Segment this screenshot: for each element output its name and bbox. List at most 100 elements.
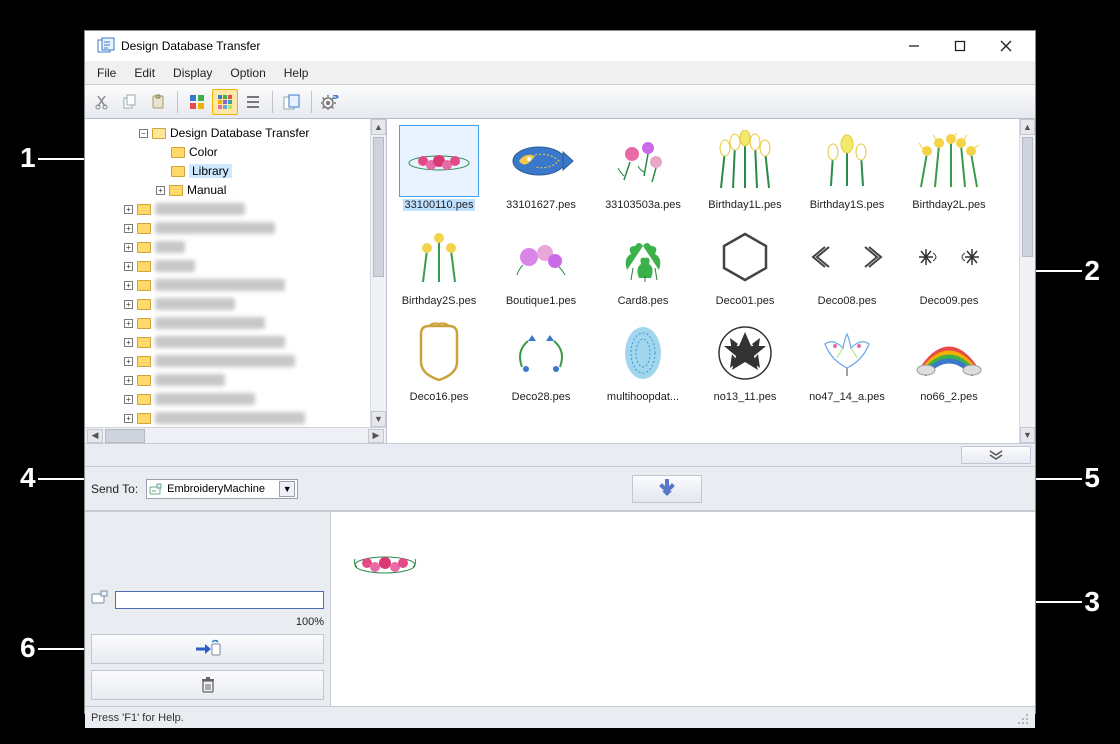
scroll-up-button[interactable]: ▲ [1020, 119, 1035, 135]
embroidery-thumbnail [501, 221, 581, 293]
tree-node-blurred[interactable]: + [91, 219, 364, 237]
thumbnail-item[interactable]: Deco08.pes [801, 221, 893, 307]
queue-list[interactable] [331, 512, 1035, 706]
content-scrollbar-vertical[interactable]: ▲ ▼ [1019, 119, 1035, 443]
maximize-button[interactable] [937, 31, 983, 61]
thumbnail-item[interactable]: Deco16.pes [393, 317, 485, 403]
thumbnail-item[interactable]: 33101627.pes [495, 125, 587, 211]
thumbnail-item[interactable]: Birthday1S.pes [801, 125, 893, 211]
scroll-up-button[interactable]: ▲ [371, 119, 386, 135]
expand-icon[interactable]: + [124, 376, 133, 385]
add-to-queue-button[interactable] [632, 475, 702, 503]
scroll-track[interactable] [371, 135, 386, 411]
expand-icon[interactable]: + [124, 224, 133, 233]
expand-icon[interactable]: + [124, 319, 133, 328]
tree-node-blurred[interactable]: + [91, 257, 364, 275]
expand-icon[interactable]: + [124, 281, 133, 290]
thumbnail-item[interactable]: Deco28.pes [495, 317, 587, 403]
expand-icon[interactable]: + [124, 300, 133, 309]
thumbnail-item[interactable]: Birthday2S.pes [393, 221, 485, 307]
expand-icon[interactable]: + [124, 205, 133, 214]
menu-help[interactable]: Help [276, 64, 317, 82]
import-button[interactable] [279, 89, 305, 115]
tree-node-blurred[interactable]: + [91, 238, 364, 256]
tree-scrollbar-horizontal[interactable]: ◀ ▶ [85, 427, 386, 443]
thumbnail-item[interactable]: Birthday1L.pes [699, 125, 791, 211]
scroll-left-button[interactable]: ◀ [87, 429, 103, 443]
tree-node-blurred[interactable]: + [91, 371, 364, 389]
expand-icon[interactable]: + [124, 243, 133, 252]
tree-scrollbar-vertical[interactable]: ▲ ▼ [370, 119, 386, 427]
delete-button[interactable] [91, 670, 324, 700]
minimize-button[interactable] [891, 31, 937, 61]
scroll-track[interactable] [105, 429, 366, 443]
menu-option[interactable]: Option [222, 64, 273, 82]
tree-node-blurred[interactable]: + [91, 352, 364, 370]
thumbnail-item[interactable]: no13_11.pes [699, 317, 791, 403]
copy-button[interactable] [117, 89, 143, 115]
expand-icon[interactable]: + [124, 262, 133, 271]
tree-node-blurred[interactable]: + [91, 409, 364, 427]
thumbnail-label: Deco16.pes [408, 391, 471, 403]
queue-item[interactable] [339, 520, 431, 604]
folder-icon [137, 204, 151, 215]
thumbnail-item[interactable]: Card8.pes [597, 221, 689, 307]
thumbnail-item[interactable]: Birthday2L.pes [903, 125, 995, 211]
folder-tree[interactable]: − Design Database Transfer Color Library [85, 119, 370, 427]
transfer-controls: 100% [85, 512, 331, 706]
thumbnail-item[interactable]: 33100110.pes [393, 125, 485, 211]
scroll-down-button[interactable]: ▼ [1020, 427, 1035, 443]
settings-button[interactable] [318, 89, 344, 115]
tree-node-blurred[interactable]: + [91, 200, 364, 218]
collapse-icon[interactable]: − [139, 129, 148, 138]
menu-display[interactable]: Display [165, 64, 220, 82]
resize-grip[interactable] [1015, 711, 1029, 725]
paste-button[interactable] [145, 89, 171, 115]
tree-node-manual[interactable]: + Manual [91, 181, 364, 199]
send-to-combobox[interactable]: EmbroideryMachine ▼ [146, 479, 298, 499]
cut-button[interactable] [89, 89, 115, 115]
transfer-button[interactable] [91, 634, 324, 664]
thumbnail-item[interactable]: Deco09.pes [903, 221, 995, 307]
view-list-button[interactable] [240, 89, 266, 115]
scroll-down-button[interactable]: ▼ [371, 411, 386, 427]
scroll-thumb[interactable] [373, 137, 384, 277]
annotation-3: 3 [1084, 586, 1100, 618]
expand-icon[interactable]: + [124, 414, 133, 423]
menu-edit[interactable]: Edit [126, 64, 163, 82]
tree-node-root[interactable]: − Design Database Transfer [91, 124, 364, 142]
close-button[interactable] [983, 31, 1029, 61]
embroidery-thumbnail [705, 221, 785, 293]
view-large-icons-button[interactable] [184, 89, 210, 115]
scroll-thumb[interactable] [1022, 137, 1033, 257]
expand-icon[interactable]: + [124, 357, 133, 366]
expand-icon[interactable]: + [156, 186, 165, 195]
tree-node-color[interactable]: Color [91, 143, 364, 161]
scroll-right-button[interactable]: ▶ [368, 429, 384, 443]
expand-queue-button[interactable] [961, 446, 1031, 464]
thumbnail-grid[interactable]: 33100110.pes33101627.pes33103503a.pesBir… [387, 119, 1019, 443]
thumbnail-item[interactable]: no66_2.pes [903, 317, 995, 403]
view-small-icons-button[interactable] [212, 89, 238, 115]
tree-node-blurred[interactable]: + [91, 314, 364, 332]
thumbnail-item[interactable]: Deco01.pes [699, 221, 791, 307]
thumbnail-label: Deco08.pes [816, 295, 879, 307]
tree-node-blurred[interactable]: + [91, 333, 364, 351]
thumbnail-item[interactable]: Boutique1.pes [495, 221, 587, 307]
folder-icon [171, 166, 185, 177]
scroll-track[interactable] [1020, 135, 1035, 427]
tree-node-blurred[interactable]: + [91, 295, 364, 313]
thumbnail-item[interactable]: no47_14_a.pes [801, 317, 893, 403]
expand-icon[interactable]: + [124, 338, 133, 347]
menu-file[interactable]: File [89, 64, 124, 82]
dropdown-icon[interactable]: ▼ [279, 481, 295, 497]
tree-node-blurred[interactable]: + [91, 390, 364, 408]
thumbnail-item[interactable]: 33103503a.pes [597, 125, 689, 211]
tree-node-library[interactable]: Library [91, 162, 364, 180]
tree-node-label [155, 279, 285, 291]
thumbnail-item[interactable]: multihoopdat... [597, 317, 689, 403]
tree-node-blurred[interactable]: + [91, 276, 364, 294]
thumbnail-label: Boutique1.pes [504, 295, 578, 307]
expand-icon[interactable]: + [124, 395, 133, 404]
scroll-thumb[interactable] [105, 429, 145, 443]
